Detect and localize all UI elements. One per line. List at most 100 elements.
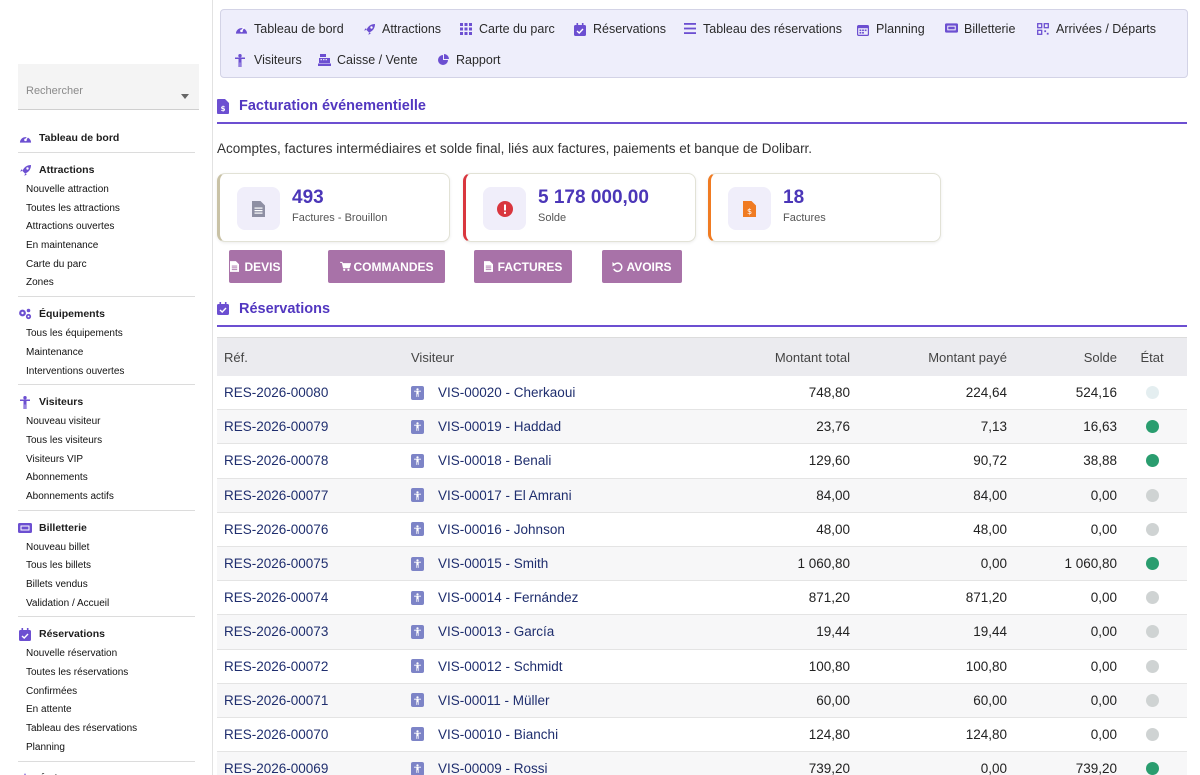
factures-button[interactable]: FACTURES [474,250,572,283]
devis-button[interactable]: DEVIS [229,250,282,283]
sidebar-link[interactable]: Tous les visiteurs [18,432,195,451]
commandes-button[interactable]: COMMANDES [328,250,445,283]
visitor-link[interactable]: VIS-00009 - Rossi [438,761,548,775]
visitor-link[interactable]: VIS-00013 - García [438,624,554,639]
reservation-ref-link[interactable]: RES-2026-00077 [217,488,411,503]
visitor-link[interactable]: VIS-00012 - Schmidt [438,659,563,674]
sidebar-link[interactable]: Planning [18,739,195,758]
visitor-link[interactable]: VIS-00010 - Bianchi [438,727,558,742]
sidebar-link[interactable]: Maintenance [18,344,195,363]
search-input[interactable]: Rechercher [18,64,199,110]
sidebar-link[interactable]: Carte du parc [18,256,195,275]
reservation-ref-link[interactable]: RES-2026-00079 [217,419,411,434]
sidebar-link[interactable]: Interventions ouvertes [18,363,195,382]
topnav-item[interactable]: Rapport [437,53,500,67]
sidebar-link[interactable]: Zones [18,274,195,293]
table-row[interactable]: RES-2026-00070 VIS-00010 - Bianchi 124,80 1… [217,718,1187,753]
topnav-item[interactable]: Attractions [363,22,441,36]
visitor-link[interactable]: VIS-00018 - Benali [438,453,551,468]
balance-amount: 0,00 [1090,658,1117,674]
sidebar-link[interactable]: Billets vendus [18,576,195,595]
column-header[interactable]: Visiteur [411,350,685,365]
visitor-link[interactable]: VIS-00011 - Müller [438,693,550,708]
sidebar-item-ticket[interactable]: Billetterie [18,517,195,539]
sidebar-item-star[interactable]: Événements [18,768,195,775]
sidebar-link[interactable]: Abonnements [18,469,195,488]
topnav-item[interactable]: Billetterie [945,22,1015,36]
sidebar-link[interactable]: En attente [18,701,195,720]
topnav-item[interactable]: Tableau de bord [235,22,344,36]
sidebar-link[interactable]: Toutes les attractions [18,200,195,219]
visitor-link[interactable]: VIS-00020 - Cherkaoui [438,385,575,400]
sidebar-link[interactable]: Nouvelle attraction [18,181,195,200]
reservation-ref-link[interactable]: RES-2026-00073 [217,624,411,639]
topnav-item[interactable]: Arrivées / Départs [1037,22,1156,36]
topnav-item[interactable]: Caisse / Vente [318,53,418,67]
sidebar-link[interactable]: Validation / Accueil [18,595,195,614]
balance-amount: 1 060,80 [1064,556,1117,572]
table-row[interactable]: RES-2026-00069 VIS-00009 - Rossi 739,20 0,0… [217,752,1187,775]
reservation-ref-link[interactable]: RES-2026-00076 [217,522,411,537]
sidebar-link[interactable]: Nouveau billet [18,539,195,558]
avoirs-button[interactable]: AVOIRS [602,250,682,283]
table-row[interactable]: RES-2026-00073 VIS-00013 - García 19,44 19,… [217,615,1187,650]
column-header[interactable]: Montant total [685,350,850,365]
column-header[interactable]: Montant payé [850,350,1007,365]
column-header[interactable]: Solde [1007,350,1117,365]
billing-divider [217,122,1187,124]
visitor-link[interactable]: VIS-00015 - Smith [438,556,548,571]
topnav-item[interactable]: Tableau des réservations [684,22,842,36]
sidebar-link[interactable]: En maintenance [18,237,195,256]
column-header[interactable]: État [1117,350,1187,365]
table-row[interactable]: RES-2026-00075 VIS-00015 - Smith 1 060,80 0… [217,546,1187,582]
kpi-card[interactable]: 493 Factures - Brouillon [217,173,450,242]
table-row[interactable]: RES-2026-00071 VIS-00011 - Müller 60,00 60,… [217,683,1187,718]
reservation-ref-link[interactable]: RES-2026-00070 [217,727,411,742]
sidebar-link[interactable]: Nouveau visiteur [18,413,195,432]
sidebar-link[interactable]: Tous les équipements [18,325,195,344]
sidebar-link[interactable]: Confirmées [18,683,195,702]
table-row[interactable]: RES-2026-00080 VIS-00020 - Cherkaoui 748,8… [217,376,1187,411]
reservation-ref-link[interactable]: RES-2026-00074 [217,590,411,605]
sidebar-link[interactable]: Tableau des réservations [18,720,195,739]
state-cell [1117,420,1187,434]
sidebar-item-calendar-check[interactable]: Réservations [18,623,195,645]
sidebar-link[interactable]: Attractions ouvertes [18,218,195,237]
sidebar-link[interactable]: Visiteurs VIP [18,451,195,470]
kpi-card[interactable]: $18 Factures [708,173,941,242]
table-row[interactable]: RES-2026-00077 VIS-00017 - El Amrani 84,00… [217,478,1187,513]
sidebar-item-dashboard[interactable]: Tableau de bord [18,127,195,149]
sidebar-section-label: Tableau de bord [39,132,120,144]
reservation-ref-link[interactable]: RES-2026-00071 [217,693,411,708]
reservation-ref-link[interactable]: RES-2026-00080 [217,385,411,400]
topnav-item[interactable]: Réservations [574,22,666,36]
table-row[interactable]: RES-2026-00074 VIS-00014 - Fernández 871,2… [217,581,1187,616]
table-row[interactable]: RES-2026-00076 VIS-00016 - Johnson 48,00 48… [217,513,1187,547]
table-row[interactable]: RES-2026-00079 VIS-00019 - Haddad 23,76 7,1… [217,410,1187,445]
topnav-item[interactable]: Visiteurs [235,53,302,67]
total-amount: 48,00 [816,521,850,537]
topnav-item[interactable]: Carte du parc [460,22,555,36]
column-header[interactable]: Réf. [217,350,411,365]
reservation-ref-link[interactable]: RES-2026-00072 [217,659,411,674]
sidebar-item-rocket[interactable]: Attractions [18,159,195,181]
sidebar-item-person[interactable]: Visiteurs [18,391,195,413]
status-dot-icon [1145,420,1159,434]
sidebar-link[interactable]: Nouvelle réservation [18,645,195,664]
topnav-item[interactable]: Planning [857,22,925,36]
table-row[interactable]: RES-2026-00072 VIS-00012 - Schmidt 100,80 1… [217,650,1187,684]
table-row[interactable]: RES-2026-00078 VIS-00018 - Benali 129,60 90… [217,444,1187,479]
sidebar-link[interactable]: Toutes les réservations [18,664,195,683]
kpi-card[interactable]: 5 178 000,00 Solde [463,173,696,242]
reservation-ref-link[interactable]: RES-2026-00078 [217,453,411,468]
sidebar-item-gears[interactable]: Équipements [18,303,195,325]
reservation-ref-link[interactable]: RES-2026-00075 [217,556,411,571]
visitor-link[interactable]: VIS-00017 - El Amrani [438,488,572,503]
sidebar-link[interactable]: Tous les billets [18,557,195,576]
reservation-ref-link[interactable]: RES-2026-00069 [217,761,411,775]
chevron-down-icon[interactable] [181,94,189,99]
visitor-link[interactable]: VIS-00014 - Fernández [438,590,578,605]
sidebar-link[interactable]: Abonnements actifs [18,488,195,507]
visitor-link[interactable]: VIS-00019 - Haddad [438,419,561,434]
visitor-link[interactable]: VIS-00016 - Johnson [438,522,565,537]
